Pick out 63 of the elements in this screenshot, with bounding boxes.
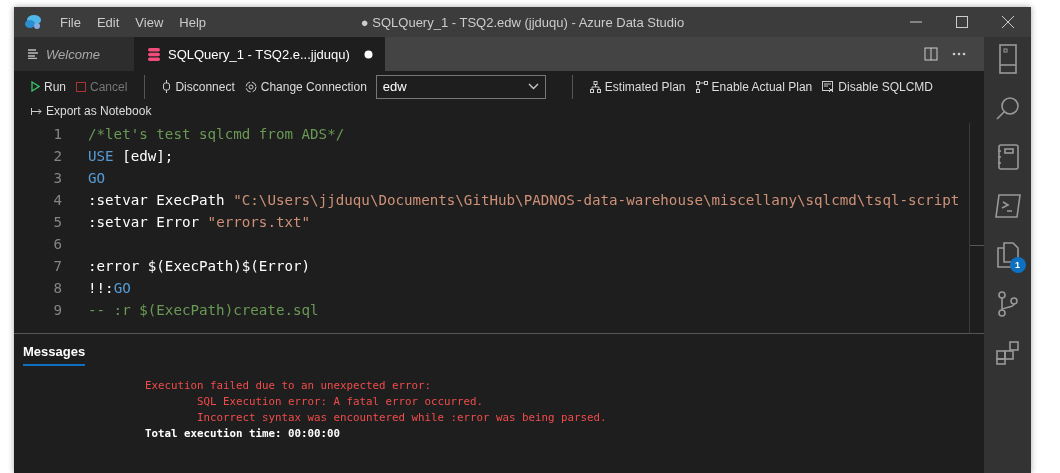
menu-item[interactable]: View bbox=[127, 14, 172, 30]
source-control-icon bbox=[996, 291, 1019, 317]
code-line: /*let's test sqlcmd from ADS*/ bbox=[88, 126, 345, 142]
message-line: Total execution time: 00:00:00 bbox=[145, 426, 340, 442]
line-number: 6 bbox=[52, 236, 62, 252]
tab-label: Welcome bbox=[46, 46, 100, 62]
message-line: SQL Execution error: A fatal error occurred. bbox=[197, 394, 483, 410]
close-icon bbox=[1002, 16, 1014, 28]
line-number: 3 bbox=[52, 170, 62, 186]
actual-plan-button[interactable]: Enable Actual Plan bbox=[692, 79, 816, 94]
document-x-icon bbox=[822, 80, 835, 93]
menu-item[interactable]: File bbox=[52, 14, 89, 30]
notification-badge: 1 bbox=[1009, 257, 1026, 273]
menu-item[interactable]: Edit bbox=[88, 14, 128, 30]
editor-tab[interactable]: SQLQuery_1 - TSQ2.e...jjduqu) bbox=[134, 37, 385, 71]
line-number: 2 bbox=[52, 148, 62, 164]
extensions-icon bbox=[995, 341, 1020, 365]
message-line: Execution failed due to an unexpected error: bbox=[145, 378, 431, 394]
code-line: -- :r $(ExecPath)create.sql bbox=[88, 302, 319, 318]
run-button[interactable]: Run bbox=[28, 79, 69, 94]
server-icon bbox=[997, 44, 1018, 74]
editor-tab[interactable]: Welcome bbox=[14, 37, 134, 71]
change-connection-button[interactable]: Change Connection bbox=[241, 79, 370, 94]
estimated-plan-button[interactable]: Estimated Plan bbox=[586, 79, 689, 94]
refresh-icon bbox=[244, 80, 257, 93]
window-title: ● SQLQuery_1 - TSQ2.edw (jjduqu) - Azure Data Studio bbox=[360, 14, 685, 30]
search-icon bbox=[994, 95, 1021, 121]
plug-icon bbox=[162, 80, 172, 93]
hierarchy-icon bbox=[589, 80, 601, 93]
arrow-right-icon bbox=[31, 107, 42, 115]
split-editor-icon[interactable] bbox=[924, 47, 938, 61]
app-logo-icon bbox=[24, 14, 42, 30]
document-icon bbox=[28, 49, 38, 59]
line-number: 1 bbox=[52, 126, 62, 142]
terminal-icon bbox=[994, 194, 1021, 218]
message-line: Incorrect syntax was encountered while :error was being parsed. bbox=[197, 410, 607, 426]
line-number: 5 bbox=[52, 214, 62, 230]
code-line: :error $(ExecPath)$(Error) bbox=[88, 258, 311, 274]
stop-icon bbox=[76, 81, 86, 92]
notebook-icon bbox=[996, 144, 1019, 170]
database-icon bbox=[148, 47, 160, 61]
more-actions-icon[interactable] bbox=[952, 52, 966, 56]
maximize-icon bbox=[956, 16, 968, 28]
menu-item[interactable]: Help bbox=[171, 14, 215, 30]
code-line: :setvar ExecPath "C:\Users\jjduqu\Documents\GitHub\PADNOS-data-warehouse\miscellany\sqlcmd\tsql-script bbox=[88, 192, 960, 208]
export-notebook-button[interactable]: Export as Notebook bbox=[28, 104, 155, 118]
sqlcmd-button[interactable]: Disable SQLCMD bbox=[819, 79, 936, 94]
tab-label: SQLQuery_1 - TSQ2.e...jjduqu) bbox=[168, 46, 350, 62]
line-number: 7 bbox=[52, 258, 62, 274]
play-icon bbox=[31, 81, 40, 92]
plan-icon bbox=[695, 80, 708, 93]
code-line: USE [edw]; bbox=[88, 148, 174, 164]
disconnect-button[interactable]: Disconnect bbox=[159, 79, 238, 94]
line-number: 9 bbox=[52, 302, 62, 318]
panel-tab[interactable]: Messages bbox=[23, 342, 86, 366]
line-number: 8 bbox=[52, 280, 62, 296]
code-line: GO bbox=[88, 170, 106, 186]
code-line: :setvar Error "errors.txt" bbox=[88, 214, 311, 230]
code-line: !!:GO bbox=[88, 280, 131, 296]
chevron-down-icon bbox=[527, 83, 539, 90]
database-dropdown[interactable]: edw bbox=[375, 74, 546, 99]
files-icon bbox=[995, 242, 1020, 268]
line-number: 4 bbox=[52, 192, 62, 208]
